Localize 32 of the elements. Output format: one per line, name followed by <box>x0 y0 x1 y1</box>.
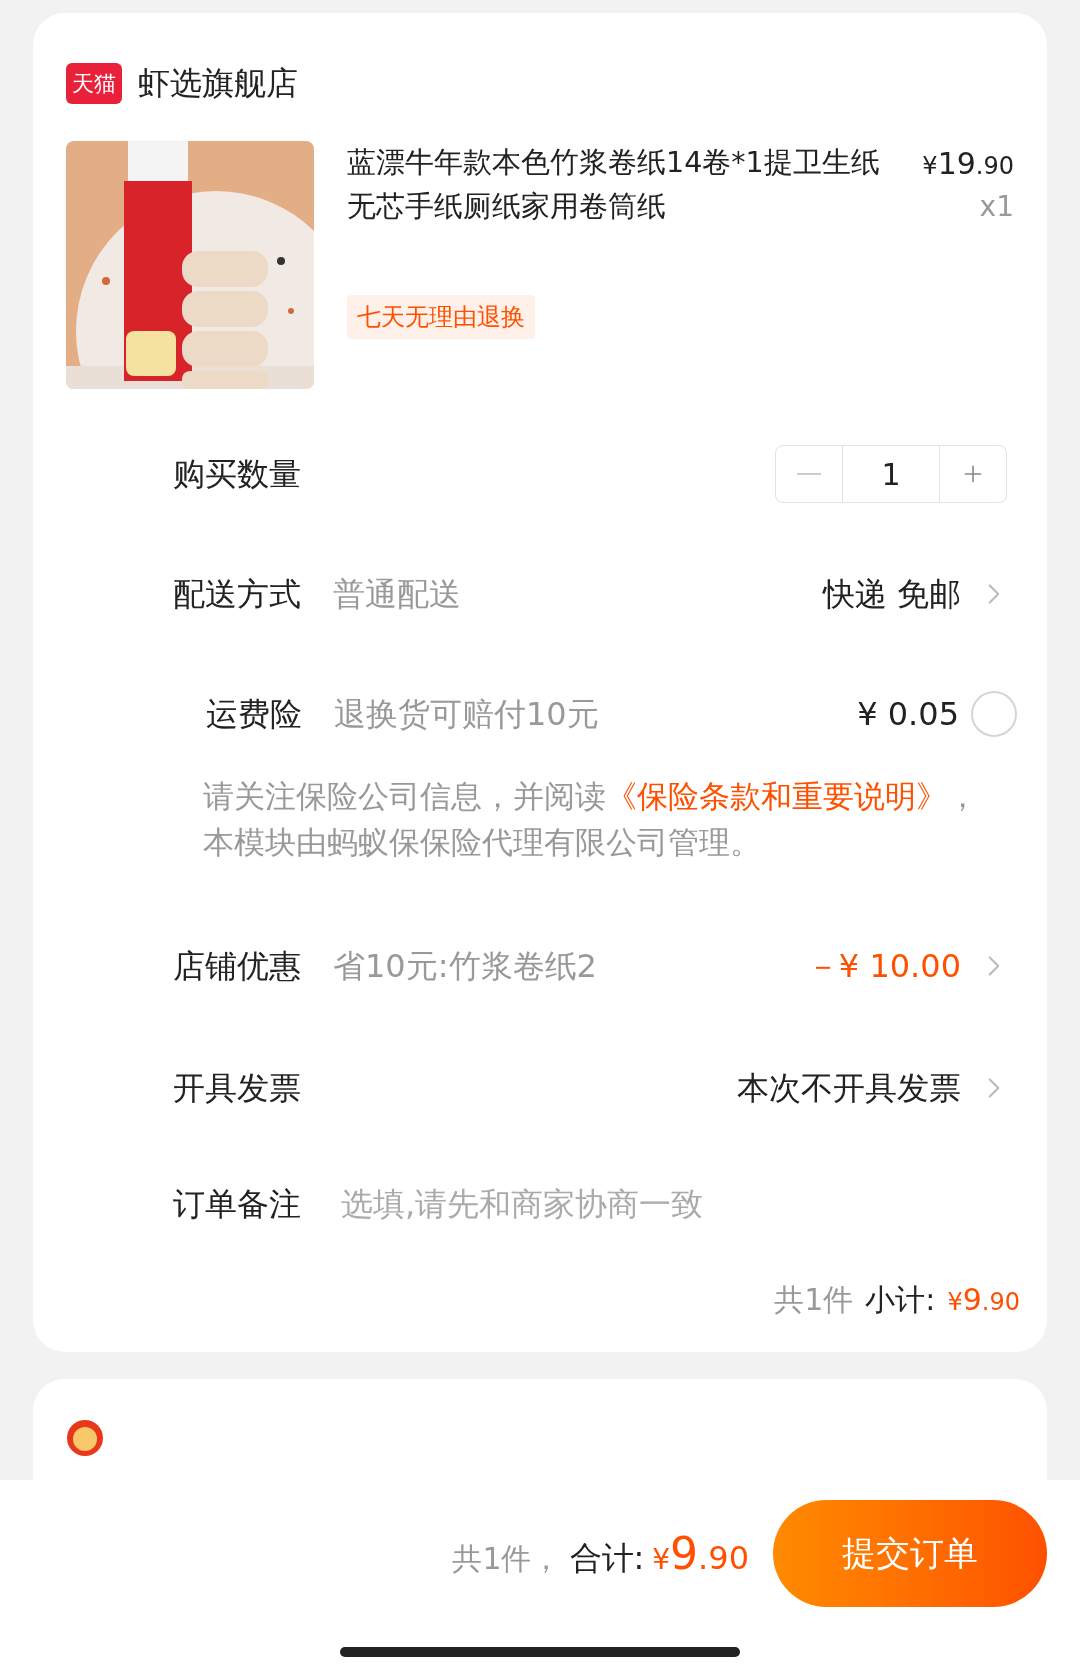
total-label: 合计: <box>569 1537 645 1579</box>
product-title: 蓝漂牛年款本色竹浆卷纸14卷*1提卫生纸无芯手纸厕纸家用卷筒纸 <box>347 145 881 225</box>
row-label: 购买数量 <box>173 454 301 495</box>
total-price: ¥9.90 <box>652 1526 749 1581</box>
total-count: 共1件， <box>452 1539 562 1578</box>
subtotal-price: ¥9.90 <box>947 1281 1020 1319</box>
remark-field[interactable]: 选填,请先和商家协商一致 <box>341 1180 1007 1228</box>
product-price: ¥19.90 <box>922 145 1014 183</box>
item-count: 共1件 <box>774 1281 854 1319</box>
radio-button[interactable] <box>971 691 1017 737</box>
row-value: －¥ 10.00 <box>806 946 961 987</box>
row-label: 店铺优惠 <box>173 946 301 987</box>
row-label: 开具发票 <box>173 1068 301 1109</box>
row-label: 运费险 <box>206 694 302 735</box>
subtotal-label: 小计: <box>865 1281 936 1319</box>
row-link[interactable]: 快递 免邮 <box>822 570 1011 618</box>
row-link[interactable]: 本次不开具发票 <box>737 1064 1011 1112</box>
store-name: 虾选旗舰店 <box>138 63 298 104</box>
row-value: ¥ 0.05 <box>857 694 959 735</box>
insurance-notice: 请关注保险公司信息，并阅读《保险条款和重要说明》，本模块由蚂蚁保保险代理有限公司管理。 <box>203 777 979 862</box>
row-detail: 省10元:竹浆卷纸2 <box>333 946 597 987</box>
store-badge: 天猫 <box>66 62 122 104</box>
row-value: 快递 免邮 <box>822 574 961 615</box>
row-label: 订单备注 <box>173 1184 301 1225</box>
row-label: 配送方式 <box>173 574 301 615</box>
coin-icon <box>66 1419 104 1457</box>
product-quantity: x1 <box>979 189 1014 225</box>
return-policy-tag: 七天无理由退换 <box>347 295 535 339</box>
row-detail: 普通配送 <box>333 574 461 615</box>
row-detail: 退换货可赔付10元 <box>334 694 599 735</box>
minus-icon <box>797 473 821 475</box>
row-value: 本次不开具发票 <box>737 1068 961 1109</box>
